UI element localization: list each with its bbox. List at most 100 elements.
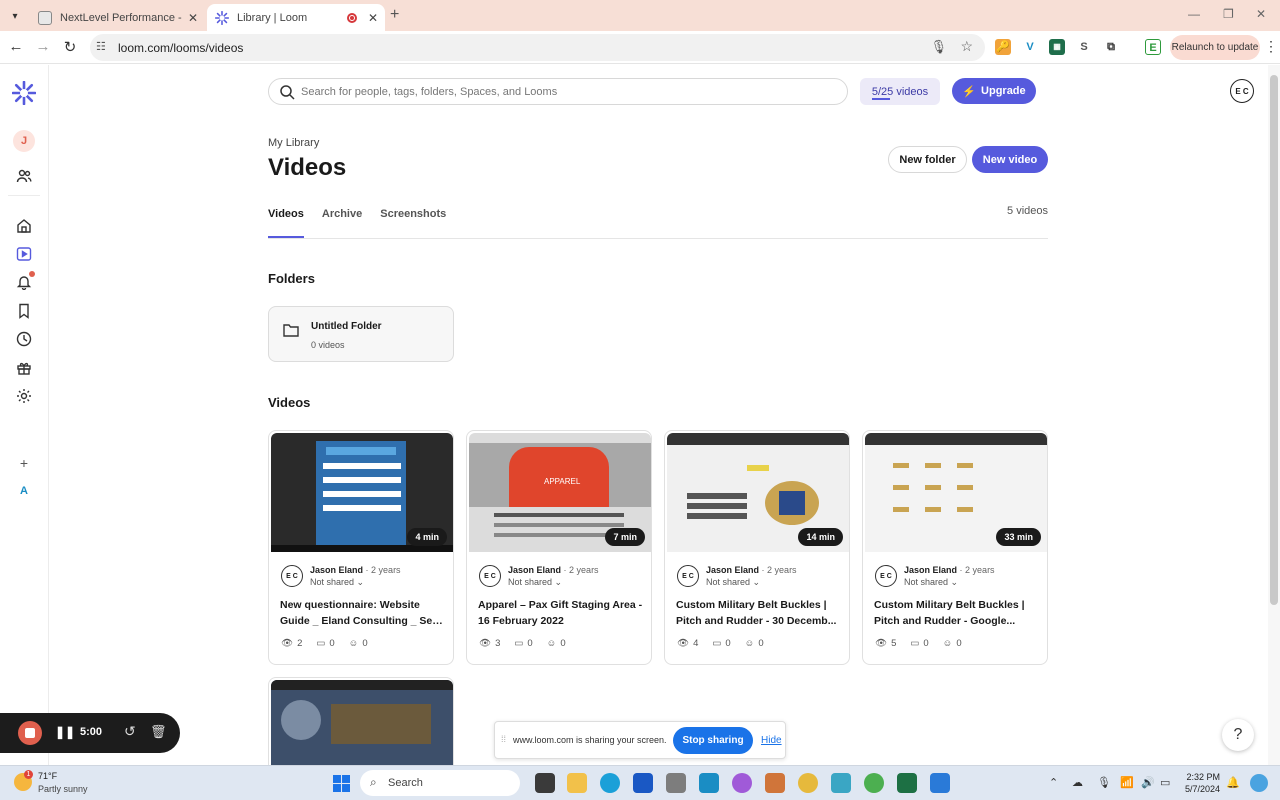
video-thumbnail[interactable]: 14 min xyxy=(667,433,849,552)
library-icon[interactable] xyxy=(14,244,34,264)
notifications-bell-icon[interactable] xyxy=(14,271,35,292)
settings-gear-icon[interactable] xyxy=(14,386,34,406)
site-info-icon[interactable]: ☷ xyxy=(96,40,106,53)
breadcrumb[interactable]: My Library xyxy=(268,137,319,149)
loom-logo-icon[interactable] xyxy=(12,81,36,105)
paint-icon[interactable] xyxy=(765,773,785,793)
restart-icon[interactable]: ↺ xyxy=(124,723,136,740)
back-icon[interactable]: ← xyxy=(6,38,26,55)
tab-archive[interactable]: Archive xyxy=(322,208,362,238)
video-card[interactable]: 4 min E C Jason Eland · 2 years Not shar… xyxy=(268,430,454,665)
tray-chevron-up-icon[interactable]: ⌃ xyxy=(1049,776,1058,789)
extension-s-icon[interactable]: S xyxy=(1076,39,1092,55)
outlook-icon[interactable] xyxy=(699,773,719,793)
edge-icon[interactable] xyxy=(600,773,620,793)
video-card[interactable] xyxy=(268,677,454,765)
close-tab-icon[interactable]: ✕ xyxy=(365,11,381,25)
tab-nextlevel[interactable]: NextLevel Performance - Produ ✕ xyxy=(30,4,205,31)
new-folder-button[interactable]: New folder xyxy=(888,146,967,173)
bookmark-star-icon[interactable]: ☆ xyxy=(960,38,973,55)
tab-loom-library[interactable]: Library | Loom ✕ xyxy=(207,4,385,31)
task-view-icon[interactable] xyxy=(535,773,555,793)
close-tab-icon[interactable]: ✕ xyxy=(185,11,201,25)
extension-key-icon[interactable]: 🔑 xyxy=(995,39,1011,55)
upgrade-button[interactable]: ⚡ Upgrade xyxy=(952,78,1036,104)
gift-icon[interactable] xyxy=(14,358,34,378)
stop-recording-button[interactable] xyxy=(18,721,42,745)
video-title[interactable]: New questionnaire: Website Guide _ Eland… xyxy=(280,597,446,629)
relaunch-button[interactable]: Relaunch to update xyxy=(1170,35,1260,60)
video-title[interactable]: Apparel – Pax Gift Staging Area - 16 Feb… xyxy=(478,597,644,629)
video-quota-badge[interactable]: 5/25 videos xyxy=(860,78,940,105)
pause-icon[interactable]: ❚❚ xyxy=(55,725,75,739)
video-thumbnail[interactable]: APPAREL 7 min xyxy=(469,433,651,552)
folder-card[interactable]: Untitled Folder 0 videos xyxy=(268,306,454,362)
windows-start-icon[interactable] xyxy=(333,775,350,792)
video-title[interactable]: Custom Military Belt Buckles | Pitch and… xyxy=(676,597,842,629)
page-scrollbar[interactable] xyxy=(1268,65,1280,765)
search-input[interactable]: Search for people, tags, folders, Spaces… xyxy=(268,78,848,105)
extension-sheet-icon[interactable]: ▦ xyxy=(1049,39,1065,55)
file-explorer-icon[interactable] xyxy=(567,773,587,793)
video-title[interactable]: Custom Military Belt Buckles | Pitch and… xyxy=(874,597,1040,629)
trash-icon[interactable]: 🗑 xyxy=(150,724,167,740)
stop-sharing-button[interactable]: Stop sharing xyxy=(673,727,753,754)
sharing-dropdown[interactable]: Not shared ⌄ xyxy=(310,577,364,588)
new-video-button[interactable]: New video xyxy=(972,146,1048,173)
reload-icon[interactable]: ↻ xyxy=(60,38,80,56)
home-icon[interactable] xyxy=(14,216,34,236)
excel-icon[interactable] xyxy=(897,773,917,793)
space-a-icon[interactable]: A xyxy=(14,481,34,501)
video-card[interactable]: 33 min E C Jason Eland · 2 years Not sha… xyxy=(862,430,1048,665)
minimize-icon[interactable]: — xyxy=(1188,7,1200,21)
bookmark-icon[interactable] xyxy=(14,301,34,321)
app-l-icon[interactable] xyxy=(633,773,653,793)
tab-search-chevron-icon[interactable]: ▾ xyxy=(6,7,24,25)
members-icon[interactable] xyxy=(14,166,34,186)
video-thumbnail[interactable]: 33 min xyxy=(865,433,1047,552)
browser-menu-icon[interactable]: ⋮ xyxy=(1264,38,1278,55)
wifi-icon[interactable]: 📶 xyxy=(1120,776,1134,789)
taskbar-clock[interactable]: 2:32 PM 5/7/2024 xyxy=(1180,771,1220,795)
extension-v-icon[interactable]: V xyxy=(1022,39,1038,55)
drag-handle-icon[interactable]: ⁞⁞ xyxy=(501,734,506,744)
help-button[interactable]: ? xyxy=(1222,719,1254,751)
volume-icon[interactable]: 🔊 xyxy=(1141,776,1155,789)
restore-icon[interactable]: ❐ xyxy=(1223,7,1234,21)
notification-bell-icon[interactable]: 🔔 xyxy=(1226,776,1240,789)
extensions-puzzle-icon[interactable]: ⧉ xyxy=(1103,39,1119,55)
workspace-avatar[interactable]: J xyxy=(13,130,35,152)
profile-e-icon[interactable]: E xyxy=(1145,39,1161,55)
hide-link[interactable]: Hide xyxy=(761,735,782,746)
snipping-tool-icon[interactable] xyxy=(831,773,851,793)
video-card[interactable]: APPAREL 7 min E C Jason Eland · 2 years … xyxy=(466,430,652,665)
microphone-icon[interactable]: 🎙 xyxy=(1097,776,1111,789)
video-card[interactable]: 14 min E C Jason Eland · 2 years Not sha… xyxy=(664,430,850,665)
calculator-icon[interactable] xyxy=(666,773,686,793)
battery-icon[interactable]: ▭ xyxy=(1160,776,1170,789)
profile-avatar[interactable]: E C xyxy=(1230,79,1254,103)
app-circle-icon[interactable] xyxy=(732,773,752,793)
copilot-icon[interactable] xyxy=(1250,774,1268,792)
video-thumbnail[interactable]: 4 min xyxy=(271,433,453,552)
chrome-profile-icon[interactable] xyxy=(864,773,884,793)
tab-screenshots[interactable]: Screenshots xyxy=(380,208,446,238)
add-space-icon[interactable]: + xyxy=(14,453,34,473)
chrome-icon[interactable] xyxy=(798,773,818,793)
scrollbar-thumb[interactable] xyxy=(1270,75,1278,605)
sharing-dropdown[interactable]: Not shared ⌄ xyxy=(904,577,958,588)
taskbar-search[interactable]: ⌕ Search xyxy=(360,770,520,796)
tab-videos[interactable]: Videos xyxy=(268,208,304,238)
close-window-icon[interactable]: ✕ xyxy=(1256,7,1266,21)
video-thumbnail[interactable] xyxy=(271,680,453,765)
author-avatar: E C xyxy=(479,565,501,587)
onedrive-icon[interactable]: ☁ xyxy=(1072,776,1083,789)
sharing-dropdown[interactable]: Not shared ⌄ xyxy=(706,577,760,588)
forward-icon[interactable]: → xyxy=(33,38,53,55)
sharing-dropdown[interactable]: Not shared ⌄ xyxy=(508,577,562,588)
address-bar[interactable]: ☷ loom.com/looms/videos 🎙 ☆ xyxy=(90,34,985,61)
app-blue-icon[interactable] xyxy=(930,773,950,793)
new-tab-icon[interactable]: + xyxy=(390,6,399,24)
history-clock-icon[interactable] xyxy=(14,329,34,349)
microphone-icon[interactable]: 🎙 xyxy=(930,39,947,55)
